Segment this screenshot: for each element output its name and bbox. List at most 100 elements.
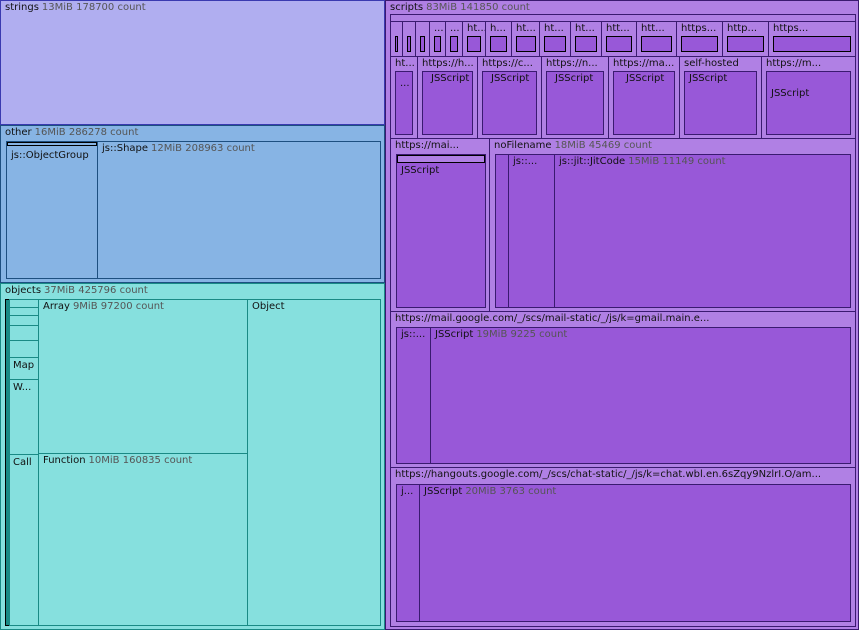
row2-cell-7-label: https://m...: [766, 58, 822, 69]
row2-cell-3-inner-label: JSScript: [491, 73, 530, 84]
hangouts-jsscript-label: JSScript 20MiB 3763 count: [424, 486, 557, 497]
objects-node[interactable]: objects 37MiB 425796 count Map W... Call …: [0, 283, 385, 630]
row1-cell-7-label: ht...: [575, 23, 595, 34]
strings-node[interactable]: strings 13MiB 178700 count: [0, 0, 385, 125]
row1-tiny-3[interactable]: [415, 21, 430, 57]
mai-inner-label: JSScript: [401, 165, 440, 176]
array-node[interactable]: Array 9MiB 97200 count: [38, 299, 248, 454]
row1-cell-4[interactable]: h...: [485, 21, 512, 57]
row1-cell-12[interactable]: https...: [768, 21, 856, 57]
row1-cell-11-label: http...: [727, 23, 758, 34]
mai-inner-strip: [397, 155, 485, 163]
row1-cell-5-bar: [516, 36, 536, 52]
row1-cell-8-label: htt...: [606, 23, 630, 34]
row2-cell-7[interactable]: https://m... JSScript: [761, 56, 856, 139]
row1-cell-6[interactable]: ht...: [539, 21, 571, 57]
map-node[interactable]: Map: [9, 357, 39, 380]
row2-cell-1-inner-label: ...: [400, 78, 410, 89]
call-label: Call: [13, 457, 32, 468]
row1-cell-2-label: ...: [450, 23, 460, 34]
row1-cell-4-label: h...: [490, 23, 506, 34]
nofilename-js-node[interactable]: js::...: [508, 154, 555, 308]
objectgroup-label: js::ObjectGroup: [11, 150, 89, 161]
row2-cell-1[interactable]: ht... ...: [390, 56, 418, 139]
row2-cell-6-inner[interactable]: JSScript: [684, 71, 757, 135]
row1-cell-10[interactable]: https...: [676, 21, 723, 57]
objectgroup-strip: [7, 142, 97, 146]
row2-cell-4-inner-label: JSScript: [555, 73, 594, 84]
row2-cell-7-inner-label: JSScript: [771, 88, 810, 99]
objectgroup-node[interactable]: js::ObjectGroup: [6, 141, 98, 279]
other-node[interactable]: other 16MiB 286278 count js::ObjectGroup …: [0, 125, 385, 283]
row2-cell-3[interactable]: https://c... JSScript: [477, 56, 542, 139]
strings-label: strings 13MiB 178700 count: [5, 2, 146, 13]
row2-cell-6[interactable]: self-hosted JSScript: [679, 56, 762, 139]
row2-cell-4[interactable]: https://n... JSScript: [541, 56, 609, 139]
gmail-label: https://mail.google.com/_/scs/mail-stati…: [395, 313, 710, 324]
row2-cell-5-inner[interactable]: JSScript: [613, 71, 675, 135]
mai-node[interactable]: https://mai... JSScript: [390, 138, 490, 312]
function-node[interactable]: Function 10MiB 160835 count: [38, 453, 248, 626]
row2-cell-2-inner[interactable]: JSScript: [422, 71, 473, 135]
gmail-js-node[interactable]: js::...: [396, 327, 431, 464]
gmail-node[interactable]: https://mail.google.com/_/scs/mail-stati…: [390, 311, 856, 468]
w-node[interactable]: W...: [9, 379, 39, 455]
nofilename-js-label: js::...: [513, 156, 538, 167]
row1-cell-5[interactable]: ht...: [511, 21, 540, 57]
row2-cell-7-inner[interactable]: JSScript: [766, 71, 851, 135]
row2-cell-2-label: https://h...: [422, 58, 474, 69]
row1-cell-3[interactable]: ht...: [462, 21, 486, 57]
row2-cell-2[interactable]: https://h... JSScript: [417, 56, 478, 139]
object-label: Object: [252, 301, 285, 312]
row1-cell-11-bar: [727, 36, 764, 52]
row1-cell-9-bar: [641, 36, 672, 52]
hangouts-j-label: j...: [401, 486, 414, 497]
row2-cell-1-inner[interactable]: ...: [395, 71, 413, 135]
row1-cell-3-bar: [467, 36, 481, 52]
row2-cell-4-inner[interactable]: JSScript: [546, 71, 604, 135]
row1-cell-9[interactable]: htt...: [636, 21, 677, 57]
row1-cell-7[interactable]: ht...: [570, 21, 602, 57]
row1-cell-3-label: ht...: [467, 23, 486, 34]
jitcode-node[interactable]: js::jit::JitCode 15MiB 11149 count: [554, 154, 851, 308]
nofilename-node[interactable]: noFilename 18MiB 45469 count js::... js::…: [489, 138, 856, 312]
row1-cell-8[interactable]: htt...: [601, 21, 637, 57]
hangouts-jsscript-node[interactable]: JSScript 20MiB 3763 count: [419, 484, 851, 622]
row2-cell-3-inner[interactable]: JSScript: [482, 71, 537, 135]
nofilename-label: noFilename 18MiB 45469 count: [494, 140, 652, 151]
call-node[interactable]: Call: [9, 454, 39, 626]
row2-cell-6-inner-label: JSScript: [689, 73, 728, 84]
object-node[interactable]: Object: [247, 299, 381, 626]
hangouts-node[interactable]: https://hangouts.google.com/_/scs/chat-s…: [390, 467, 856, 627]
row1-cell-2-bar: [450, 36, 458, 52]
row1-cell-2[interactable]: ...: [445, 21, 463, 57]
row1-cell-11[interactable]: http...: [722, 21, 769, 57]
row1-cell-1-label: ...: [434, 23, 444, 34]
hangouts-j-node[interactable]: j...: [396, 484, 420, 622]
small-node-5[interactable]: [9, 340, 39, 358]
mai-inner[interactable]: JSScript: [396, 154, 486, 308]
row1-cell-10-label: https...: [681, 23, 717, 34]
small-node-4[interactable]: [9, 325, 39, 341]
row1-tiny-1-bar: [395, 36, 398, 52]
row1-tiny-2-bar: [407, 36, 411, 52]
row1-cell-4-bar: [490, 36, 507, 52]
function-label: Function 10MiB 160835 count: [43, 455, 193, 466]
scripts-node[interactable]: scripts 83MiB 141850 count ... ... ht... …: [385, 0, 859, 630]
row1-cell-10-bar: [681, 36, 718, 52]
row1-tiny-2[interactable]: [402, 21, 416, 57]
shape-node[interactable]: js::Shape 12MiB 208963 count: [97, 141, 381, 279]
row1-cell-7-bar: [575, 36, 597, 52]
row1-cell-12-label: https...: [773, 23, 809, 34]
gmail-jsscript-node[interactable]: JSScript 19MiB 9225 count: [430, 327, 851, 464]
row2-cell-1-label: ht...: [395, 58, 415, 69]
nofilename-tiny[interactable]: [495, 154, 509, 308]
row2-cell-2-inner-label: JSScript: [431, 73, 470, 84]
row1-cell-1[interactable]: ...: [429, 21, 446, 57]
gmail-js-label: js::...: [401, 329, 426, 340]
row2-cell-5-label: https://ma...: [613, 58, 675, 69]
row1-cell-5-label: ht...: [516, 23, 536, 34]
row1-cell-8-bar: [606, 36, 632, 52]
row2-cell-5[interactable]: https://ma... JSScript: [608, 56, 680, 139]
row2-cell-4-label: https://n...: [546, 58, 598, 69]
